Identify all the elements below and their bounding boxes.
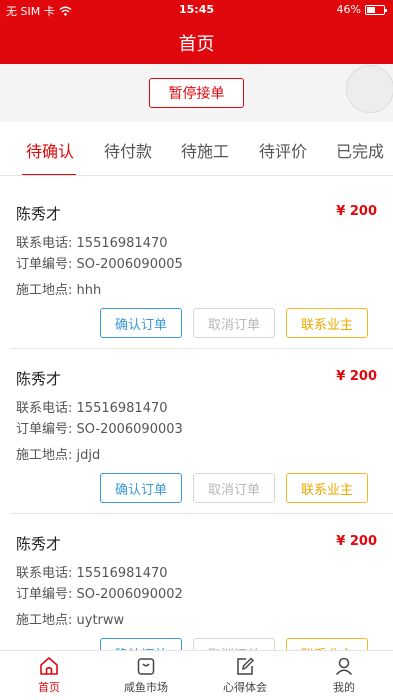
- order-number-value: SO-2006090005: [76, 257, 183, 272]
- contact-owner-button[interactable]: 联系业主: [286, 308, 368, 338]
- location-value: jdjd: [76, 448, 101, 463]
- order-number-label: 订单编号:: [16, 257, 73, 272]
- order-card: 陈秀才 ¥ 200 联系电话: 15516981470 订单编号: SO-200…: [0, 349, 393, 514]
- cancel-order-button[interactable]: 取消订单: [193, 473, 275, 503]
- status-bar: 无 SIM 卡 15:45 46%: [0, 0, 393, 20]
- order-number-row: 订单编号: SO-2006090005: [16, 253, 183, 272]
- location-value: uytrww: [76, 613, 125, 628]
- top-bar: 无 SIM 卡 15:45 46% 首页: [0, 0, 393, 64]
- phone-row: 联系电话: 15516981470: [16, 232, 168, 251]
- tab-completed[interactable]: 已完成: [336, 138, 384, 162]
- location-label: 施工地点:: [16, 283, 73, 298]
- order-card: 陈秀才 ¥ 200 联系电话: 15516981470 订单编号: SO-200…: [0, 514, 393, 650]
- order-price: ¥ 200: [336, 369, 377, 384]
- cancel-order-button[interactable]: 取消订单: [193, 308, 275, 338]
- tabbar-label: 我的: [333, 681, 355, 694]
- order-status-tabs: 待确认 待付款 待施工 待评价 已完成: [0, 122, 393, 176]
- location-label: 施工地点:: [16, 613, 73, 628]
- active-tab-indicator: [22, 174, 76, 175]
- order-number-value: SO-2006090002: [76, 587, 183, 602]
- location-label: 施工地点:: [16, 448, 73, 463]
- page-title: 首页: [178, 34, 215, 55]
- order-number-value: SO-2006090003: [76, 422, 183, 437]
- phone-row: 联系电话: 15516981470: [16, 397, 168, 416]
- tab-pending-construction[interactable]: 待施工: [181, 138, 229, 162]
- tabbar-item-home[interactable]: 首页: [4, 655, 94, 695]
- customer-name: 陈秀才: [16, 205, 62, 223]
- tab-pending-confirm[interactable]: 待确认: [26, 138, 74, 162]
- user-icon: [335, 657, 353, 676]
- customer-name: 陈秀才: [16, 535, 62, 553]
- order-number-label: 订单编号:: [16, 587, 73, 602]
- location-row: 施工地点: hhh: [16, 279, 101, 298]
- confirm-order-button[interactable]: 确认订单: [100, 638, 182, 650]
- tabbar-item-experience[interactable]: 心得体会: [200, 655, 290, 695]
- contact-owner-button[interactable]: 联系业主: [286, 473, 368, 503]
- battery-icon: [365, 4, 387, 15]
- order-number-label: 订单编号:: [16, 422, 73, 437]
- location-row: 施工地点: jdjd: [16, 444, 100, 463]
- phone-value: 15516981470: [76, 566, 168, 581]
- phone-value: 15516981470: [76, 401, 168, 416]
- tabbar-label: 心得体会: [223, 681, 267, 694]
- order-list[interactable]: 陈秀才 ¥ 200 联系电话: 15516981470 订单编号: SO-200…: [0, 184, 393, 650]
- tabbar-item-mine[interactable]: 我的: [299, 655, 389, 695]
- tab-pending-review[interactable]: 待评价: [259, 138, 307, 162]
- customer-name: 陈秀才: [16, 370, 62, 388]
- tabbar-label: 咸鱼市场: [124, 681, 168, 694]
- tab-pending-payment[interactable]: 待付款: [104, 138, 152, 162]
- edit-note-icon: [237, 657, 254, 675]
- phone-label: 联系电话:: [16, 566, 73, 581]
- battery-percent: 46%: [336, 3, 361, 16]
- confirm-order-button[interactable]: 确认订单: [100, 308, 182, 338]
- tabbar-item-market[interactable]: 咸鱼市场: [101, 655, 191, 695]
- phone-label: 联系电话:: [16, 236, 73, 251]
- cancel-order-button[interactable]: 取消订单: [193, 638, 275, 650]
- location-row: 施工地点: uytrww: [16, 609, 124, 628]
- floating-assistive-button[interactable]: [346, 65, 393, 113]
- phone-value: 15516981470: [76, 236, 168, 251]
- order-card: 陈秀才 ¥ 200 联系电话: 15516981470 订单编号: SO-200…: [0, 184, 393, 349]
- status-time: 15:45: [178, 3, 214, 16]
- order-price: ¥ 200: [336, 534, 377, 549]
- tabbar-label: 首页: [38, 681, 60, 694]
- pause-orders-button[interactable]: 暂停接单: [149, 78, 244, 108]
- app-screen: 无 SIM 卡 15:45 46% 首页 暂停接单 待确认 待付款 待施工 待评…: [0, 0, 393, 700]
- location-value: hhh: [76, 283, 102, 298]
- order-price: ¥ 200: [336, 204, 377, 219]
- confirm-order-button[interactable]: 确认订单: [100, 473, 182, 503]
- order-number-row: 订单编号: SO-2006090002: [16, 583, 183, 602]
- home-icon: [40, 657, 58, 675]
- phone-label: 联系电话:: [16, 401, 73, 416]
- phone-row: 联系电话: 15516981470: [16, 562, 168, 581]
- shopping-bag-icon: [137, 658, 155, 675]
- order-number-row: 订单编号: SO-2006090003: [16, 418, 183, 437]
- pause-area: 暂停接单: [0, 64, 393, 122]
- bottom-tab-bar: 首页 咸鱼市场 心得体会 我的: [0, 650, 393, 700]
- contact-owner-button[interactable]: 联系业主: [286, 638, 368, 650]
- battery-group: 46%: [336, 3, 387, 16]
